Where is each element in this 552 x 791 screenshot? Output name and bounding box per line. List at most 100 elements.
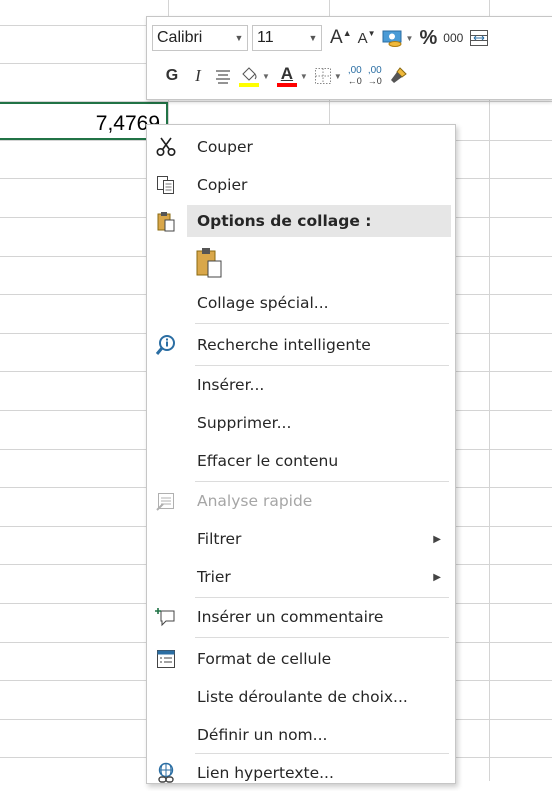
percent-button[interactable]: % xyxy=(419,25,437,51)
chevron-down-icon: ▼ xyxy=(333,71,342,81)
bold-button[interactable]: G xyxy=(162,63,182,89)
submenu-arrow-icon: ▶ xyxy=(433,571,441,583)
paste-icon xyxy=(193,245,227,279)
decrease-decimal-icon: ,00 xyxy=(367,65,382,76)
menu-item-paste-special[interactable]: Collage spécial... xyxy=(147,285,455,321)
menu-label-smart-lookup: Recherche intelligente xyxy=(197,336,371,354)
smart-lookup-icon xyxy=(153,332,179,358)
menu-item-define-name[interactable]: Définir un nom... xyxy=(147,717,455,753)
clipboard-icon xyxy=(153,208,179,234)
new-comment-icon xyxy=(153,604,179,630)
toolbar-row-font: Calibri ▼ 11 ▼ A ▲ A ▼ ▼ % 000 xyxy=(152,23,552,53)
menu-item-quick-analysis: Analyse rapide xyxy=(147,483,455,519)
menu-label-hyperlink: Lien hypertexte... xyxy=(197,764,334,782)
grow-font-icon: A xyxy=(330,27,343,48)
menu-item-cut[interactable]: Couper xyxy=(147,129,455,165)
align-center-button[interactable] xyxy=(214,63,232,89)
paint-bucket-icon xyxy=(239,67,259,87)
menu-label-delete: Supprimer... xyxy=(197,414,292,432)
menu-item-format-cells[interactable]: Format de cellule xyxy=(147,641,455,677)
selected-cell[interactable]: 7,4769 xyxy=(0,102,170,142)
paste-options-label: Options de collage : xyxy=(197,212,372,230)
italic-icon: I xyxy=(195,66,201,85)
menu-label-insert-comment: Insérer un commentaire xyxy=(197,608,384,626)
toolbar-row-format: G I ▼ A ▼ ▼ ,00 ←0 ,00 →0 xyxy=(152,61,552,91)
menu-item-filter[interactable]: Filtrer ▶ xyxy=(147,521,455,557)
menu-separator xyxy=(195,365,449,366)
menu-label-sort: Trier xyxy=(197,568,231,586)
bold-icon: G xyxy=(165,67,179,84)
font-size-combo[interactable]: 11 ▼ xyxy=(252,25,322,51)
menu-separator xyxy=(195,637,449,638)
menu-separator xyxy=(195,753,449,754)
menu-item-insert[interactable]: Insérer... xyxy=(147,367,455,403)
font-size-value: 11 xyxy=(257,29,274,46)
submenu-arrow-icon: ▶ xyxy=(433,533,441,545)
scissors-icon xyxy=(153,134,179,160)
merge-cells-icon xyxy=(470,30,489,46)
thousands-separator-button[interactable]: 000 xyxy=(443,25,463,51)
menu-item-clear-contents[interactable]: Effacer le contenu xyxy=(147,443,455,479)
left-arrow-icon: ←0 xyxy=(347,76,362,86)
menu-label-cut: Couper xyxy=(197,138,253,156)
align-center-icon xyxy=(216,70,230,84)
menu-label-filter: Filtrer xyxy=(197,530,242,548)
shrink-font-button[interactable]: A ▼ xyxy=(358,25,376,51)
menu-item-copy[interactable]: Copier xyxy=(147,167,455,203)
paste-options-header: Options de collage : xyxy=(187,205,451,237)
copy-icon xyxy=(153,172,179,198)
paste-option-default[interactable] xyxy=(147,241,455,281)
menu-label-paste-special: Collage spécial... xyxy=(197,294,329,312)
chevron-down-icon: ▼ xyxy=(262,71,270,81)
fill-color-button[interactable]: ▼ xyxy=(238,63,270,89)
currency-icon xyxy=(382,30,402,47)
menu-item-delete[interactable]: Supprimer... xyxy=(147,405,455,441)
quick-analysis-icon xyxy=(153,488,179,514)
italic-button[interactable]: I xyxy=(188,63,208,89)
mini-toolbar: Calibri ▼ 11 ▼ A ▲ A ▼ ▼ % 000 G I ▼ A ▼… xyxy=(146,16,552,100)
column-line xyxy=(489,0,490,781)
format-cells-icon xyxy=(153,646,179,672)
font-name-value: Calibri xyxy=(157,29,203,46)
menu-separator xyxy=(195,597,449,598)
menu-label-pick-list: Liste déroulante de choix... xyxy=(197,688,408,706)
menu-item-hyperlink[interactable]: Lien hypertexte... xyxy=(147,755,455,791)
increase-decimal-icon: ,00 xyxy=(347,65,362,76)
menu-item-smart-lookup[interactable]: Recherche intelligente xyxy=(147,327,455,363)
chevron-down-icon: ▼ xyxy=(405,33,414,43)
menu-item-insert-comment[interactable]: Insérer un commentaire xyxy=(147,599,455,635)
menu-separator xyxy=(195,481,449,482)
font-name-combo[interactable]: Calibri ▼ xyxy=(152,25,248,51)
menu-label-copy: Copier xyxy=(197,176,248,194)
font-color-button[interactable]: A xyxy=(276,63,298,89)
borders-button[interactable]: ▼ xyxy=(314,63,342,89)
context-menu: Couper Copier Options de collage : Colla… xyxy=(146,124,456,784)
menu-separator xyxy=(195,323,449,324)
font-color-swatch xyxy=(276,83,297,87)
right-arrow-icon: →0 xyxy=(367,76,382,86)
menu-label-insert: Insérer... xyxy=(197,376,265,394)
menu-label-define-name: Définir un nom... xyxy=(197,726,328,744)
accounting-format-button[interactable]: ▼ xyxy=(382,25,414,51)
format-painter-icon xyxy=(390,67,407,83)
format-painter-button[interactable] xyxy=(388,63,408,89)
chevron-down-icon: ▼ xyxy=(234,33,244,43)
menu-label-quick-analysis: Analyse rapide xyxy=(197,492,313,510)
thousands-icon: 000 xyxy=(443,31,464,45)
increase-decimal-button[interactable]: ,00 ←0 xyxy=(348,63,362,89)
merge-center-button[interactable] xyxy=(469,25,489,51)
font-color-icon: A xyxy=(280,64,294,83)
hyperlink-icon xyxy=(153,760,179,786)
grow-font-button[interactable]: A ▲ xyxy=(330,25,352,51)
borders-icon xyxy=(314,68,331,84)
percent-icon: % xyxy=(419,26,438,49)
font-color-dropdown[interactable]: ▼ xyxy=(298,63,308,89)
menu-item-pick-list[interactable]: Liste déroulante de choix... xyxy=(147,679,455,715)
menu-label-format-cells: Format de cellule xyxy=(197,650,332,668)
decrease-decimal-button[interactable]: ,00 →0 xyxy=(368,63,382,89)
chevron-down-icon: ▼ xyxy=(308,33,318,43)
shrink-font-icon: A xyxy=(357,29,368,47)
chevron-down-icon: ▼ xyxy=(299,71,308,81)
menu-label-clear-contents: Effacer le contenu xyxy=(197,452,339,470)
menu-item-sort[interactable]: Trier ▶ xyxy=(147,559,455,595)
